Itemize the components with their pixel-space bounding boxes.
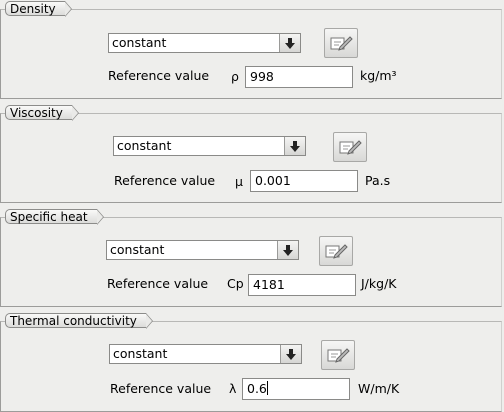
specific-heat-method-value: constant (110, 242, 165, 257)
arrow-down-icon[interactable] (280, 345, 301, 363)
density-method-value: constant (112, 35, 167, 50)
text-caret (266, 381, 268, 395)
density-value-input[interactable]: 998 (245, 66, 353, 88)
thermal-conductivity-unit: W/m/K (358, 381, 400, 396)
specific-heat-symbol: Cp (227, 276, 244, 291)
viscosity-title: Viscosity (5, 105, 79, 121)
viscosity-symbol: µ (235, 174, 243, 189)
edit-formula-icon (339, 140, 362, 155)
thermal-conductivity-method-value: constant (113, 346, 168, 361)
specific-heat-value-input[interactable]: 4181 (248, 274, 356, 296)
thermal-conductivity-value: 0.6 (247, 381, 267, 396)
viscosity-group: Viscosity constant Reference value µ 0.0… (0, 105, 502, 203)
edit-formula-icon (327, 348, 350, 363)
viscosity-unit: Pa.s (365, 173, 391, 188)
viscosity-formula-button[interactable] (333, 132, 367, 162)
density-unit: kg/m³ (360, 68, 397, 83)
specific-heat-group: Specific heat constant Reference value C… (0, 209, 502, 307)
thermal-conductivity-value-input[interactable]: 0.6 (242, 378, 350, 400)
specific-heat-title: Specific heat (5, 209, 104, 225)
specific-heat-reference-label: Reference value (107, 276, 209, 291)
thermal-conductivity-symbol: λ (229, 381, 237, 396)
viscosity-method-value: constant (117, 138, 172, 153)
arrow-down-icon[interactable] (277, 241, 298, 259)
density-group: Density constant Reference value ρ 998 k… (0, 1, 502, 99)
density-method-select[interactable]: constant (108, 33, 301, 53)
arrow-down-icon[interactable] (279, 34, 300, 52)
thermal-conductivity-reference-label: Reference value (110, 381, 212, 396)
density-symbol: ρ (231, 69, 239, 84)
edit-formula-icon (325, 244, 348, 259)
viscosity-value-input[interactable]: 0.001 (250, 170, 358, 192)
viscosity-reference-label: Reference value (114, 173, 216, 188)
thermal-conductivity-method-select[interactable]: constant (109, 344, 302, 364)
density-formula-button[interactable] (324, 28, 358, 58)
edit-formula-icon (330, 36, 353, 51)
thermal-conductivity-title: Thermal conductivity (5, 313, 153, 329)
arrow-down-icon[interactable] (284, 137, 305, 155)
density-title: Density (5, 1, 72, 17)
specific-heat-formula-button[interactable] (319, 236, 353, 266)
thermal-conductivity-group: Thermal conductivity constant Reference … (0, 313, 502, 412)
density-reference-label: Reference value (108, 68, 210, 83)
thermal-conductivity-formula-button[interactable] (321, 340, 355, 370)
viscosity-method-select[interactable]: constant (113, 136, 306, 156)
specific-heat-method-select[interactable]: constant (106, 240, 299, 260)
specific-heat-unit: J/kg/K (361, 276, 397, 291)
